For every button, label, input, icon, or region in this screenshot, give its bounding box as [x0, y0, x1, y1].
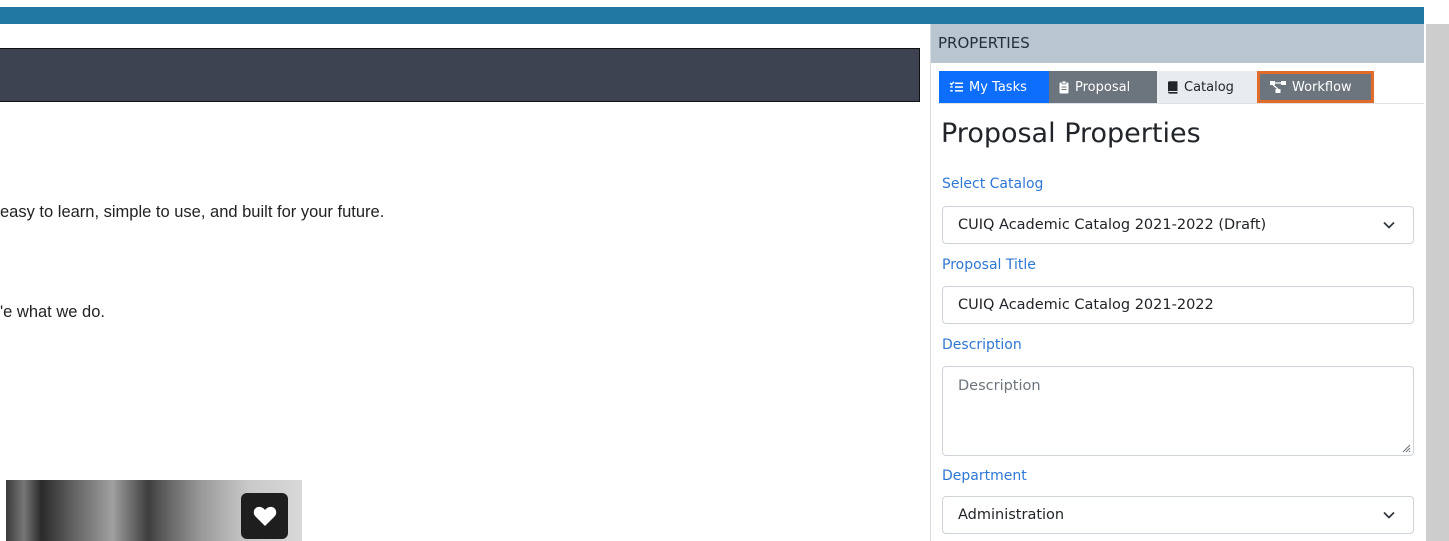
panel-header: PROPERTIES [931, 24, 1425, 63]
description-label: Description [942, 337, 1022, 353]
content-header-bar [0, 48, 920, 102]
tab-label: Proposal [1075, 79, 1131, 95]
workflow-icon [1270, 81, 1286, 93]
description-placeholder: Description [958, 378, 1041, 394]
tasks-icon [949, 81, 963, 92]
description-textarea[interactable]: Description [942, 366, 1414, 456]
favorite-button[interactable] [241, 493, 288, 539]
proposal-title-label: Proposal Title [942, 257, 1036, 273]
tab-catalog[interactable]: Catalog [1157, 71, 1257, 103]
heart-icon [253, 506, 276, 526]
department-label: Department [942, 468, 1027, 484]
department-value: Administration [958, 507, 1065, 523]
chevron-down-icon [1383, 221, 1395, 229]
proposal-title-value: CUIQ Academic Catalog 2021-2022 [958, 297, 1214, 313]
properties-panel: PROPERTIES My Tasks Proposal Catalog Wor… [930, 24, 1425, 541]
chevron-down-icon [1383, 511, 1395, 519]
department-dropdown[interactable]: Administration [942, 496, 1414, 534]
clipboard-icon [1059, 80, 1069, 93]
select-catalog-label: Select Catalog [942, 176, 1044, 192]
resize-handle-icon[interactable] [1401, 443, 1411, 453]
tab-my-tasks[interactable]: My Tasks [939, 71, 1049, 103]
select-catalog-dropdown[interactable]: CUIQ Academic Catalog 2021-2022 (Draft) [942, 206, 1414, 244]
panel-tabs: My Tasks Proposal Catalog Workflow [939, 71, 1374, 103]
tab-workflow[interactable]: Workflow [1257, 71, 1374, 103]
select-catalog-value: CUIQ Academic Catalog 2021-2022 (Draft) [958, 217, 1267, 233]
panel-title: Proposal Properties [941, 118, 1201, 149]
tab-proposal[interactable]: Proposal [1049, 71, 1157, 103]
book-icon [1168, 80, 1178, 94]
top-accent-bar [0, 7, 1424, 24]
tabs-divider [939, 103, 1425, 104]
content-text-line: 'e what we do. [0, 303, 105, 321]
tab-label: Catalog [1184, 79, 1234, 95]
proposal-title-input[interactable]: CUIQ Academic Catalog 2021-2022 [942, 286, 1414, 324]
scrollbar-thumb[interactable] [1426, 24, 1449, 541]
tab-label: Workflow [1292, 79, 1352, 95]
content-text-line: easy to learn, simple to use, and built … [0, 203, 385, 221]
tab-label: My Tasks [969, 79, 1027, 95]
